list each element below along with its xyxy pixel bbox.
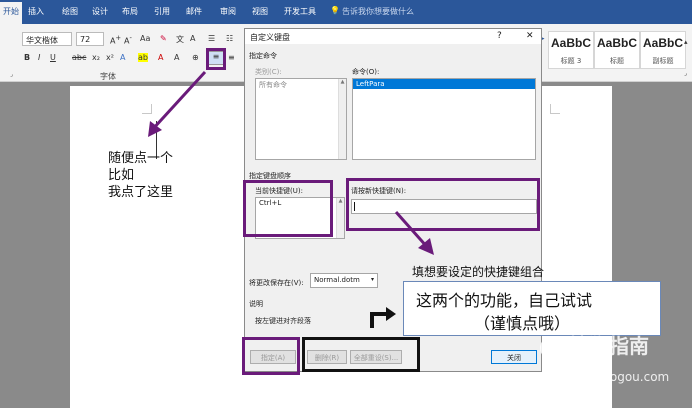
left-note: 随便点一个 比如 我点了这里 xyxy=(108,150,173,201)
tip-box: 这两个的功能，自己试试 （谨慎点哦） xyxy=(403,281,661,336)
turn-arrow xyxy=(370,312,388,328)
sogou-logo-icon: S xyxy=(540,336,562,359)
note-line: 随便点一个 xyxy=(108,151,174,166)
note-line: 我点了这里 xyxy=(108,185,174,200)
arrow-head xyxy=(386,307,396,321)
pointer-arrow xyxy=(150,70,207,132)
tip-line1: 这两个的功能，自己试试 xyxy=(416,291,593,310)
note-line: 比如 xyxy=(108,168,135,183)
watermark-text: 搜狗指南 xyxy=(568,334,649,358)
pointer-arrow xyxy=(394,211,430,249)
watermark-url: zhinan.sogou.com xyxy=(560,370,670,384)
shortcut-note: 填想要设定的快捷键组合 xyxy=(412,265,545,279)
watermark: S 搜狗指南 xyxy=(540,330,649,359)
